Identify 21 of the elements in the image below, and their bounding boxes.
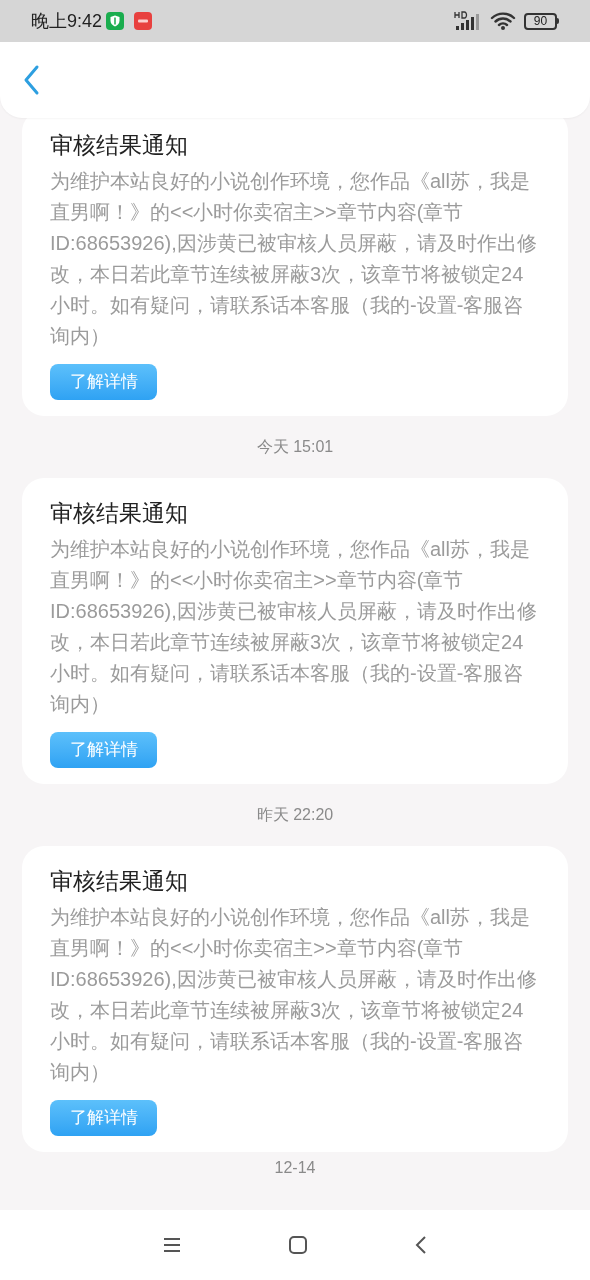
- message-title: 审核结果通知: [50, 131, 189, 160]
- timestamp: 今天 15:01: [256, 437, 334, 457]
- shield-app-icon: [106, 12, 125, 30]
- battery-icon: 90: [524, 12, 559, 30]
- wifi-icon: [490, 11, 516, 31]
- message-body: 为维护本站良好的小说创作环境，您作品《all苏，我是直男啊！》的<<小时你卖宿主>>章节内容(章节ID:68653926),因涉黄已被审核人员屏蔽，请及时作出修改，本日若此章节连续被屏蔽3次，该章节将被锁定24小时。如有疑问，请联系话本客服（我的-设置-客服咨询内）: [50, 169, 538, 349]
- message-title: 审核结果通知: [50, 499, 189, 528]
- timestamp: 昨天 22:20: [256, 805, 334, 825]
- menu-icon[interactable]: [163, 1237, 181, 1253]
- app-icon: [134, 12, 153, 30]
- signal-icon: [454, 11, 482, 31]
- details-button[interactable]: 了解详情: [50, 1100, 157, 1136]
- message-body: 为维护本站良好的小说创作环境，您作品《all苏，我是直男啊！》的<<小时你卖宿主>>章节内容(章节ID:68653926),因涉黄已被审核人员屏蔽，请及时作出修改，本日若此章节连续被屏蔽3次，该章节将被锁定24小时。如有疑问，请联系话本客服（我的-设置-客服咨询内）: [50, 537, 538, 717]
- back-icon[interactable]: [415, 1236, 427, 1254]
- details-button[interactable]: 了解详情: [50, 732, 157, 768]
- timestamp: 12-14: [274, 1158, 316, 1178]
- message-body: 为维护本站良好的小说创作环境，您作品《all苏，我是直男啊！》的<<小时你卖宿主>>章节内容(章节ID:68653926),因涉黄已被审核人员屏蔽，请及时作出修改，本日若此章节连续被屏蔽3次，该章节将被锁定24小时。如有疑问，请联系话本客服（我的-设置-客服咨询内）: [50, 905, 538, 1085]
- status-time: 晚上9:42: [31, 9, 103, 33]
- details-button[interactable]: 了解详情: [50, 364, 157, 400]
- home-icon[interactable]: [289, 1236, 307, 1254]
- message-title: 审核结果通知: [50, 867, 189, 896]
